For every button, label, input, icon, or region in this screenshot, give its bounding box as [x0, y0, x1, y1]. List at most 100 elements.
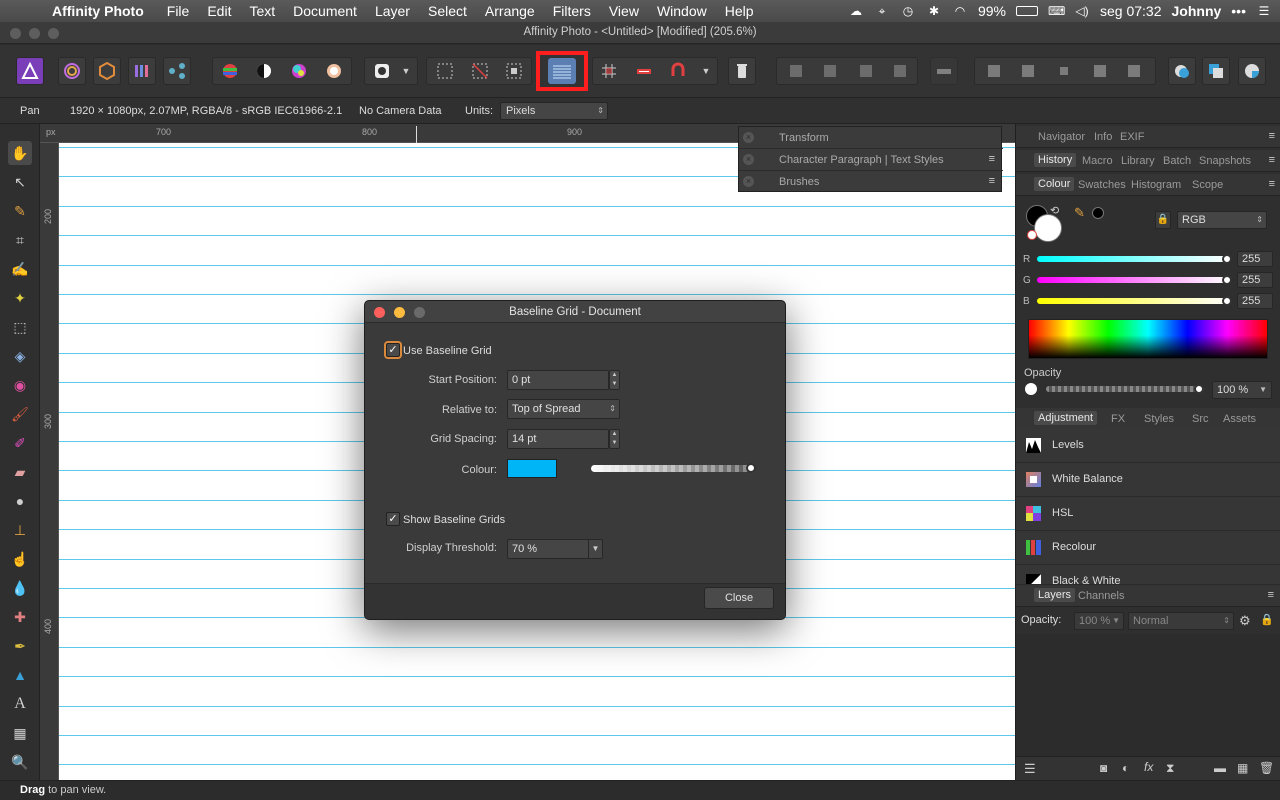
flood-select-tool-icon[interactable]: ✦	[8, 286, 32, 310]
tab-scope[interactable]: Scope	[1192, 179, 1223, 191]
dialog-close-button[interactable]	[374, 307, 385, 318]
adjustment-hsl[interactable]: HSL	[1016, 497, 1280, 531]
g-slider-knob[interactable]	[1222, 275, 1232, 285]
time-machine-icon[interactable]: ◷	[900, 4, 916, 18]
levels-quick-icon[interactable]	[216, 57, 244, 85]
baseline-grid-button[interactable]	[536, 51, 588, 91]
menu-window[interactable]: Window	[648, 0, 716, 22]
mask-dropdown-icon[interactable]: ▼	[398, 57, 414, 85]
panel-menu-icon[interactable]: ≡	[1269, 130, 1275, 142]
tab-layers[interactable]: Layers	[1034, 588, 1076, 602]
white-balance-quick-icon[interactable]	[320, 57, 348, 85]
move-tool-icon[interactable]: ↖	[8, 170, 32, 194]
transform-panel-header[interactable]: × Transform	[739, 127, 1003, 149]
panel-menu-icon[interactable]: ≡	[1268, 589, 1274, 601]
menu-arrange[interactable]: Arrange	[476, 0, 544, 22]
intersect-icon[interactable]	[1050, 57, 1078, 85]
tab-histogram[interactable]: Histogram	[1131, 179, 1181, 191]
more-icon[interactable]: •••	[1231, 3, 1246, 19]
close-icon[interactable]: ×	[743, 154, 754, 165]
add-icon[interactable]	[980, 57, 1008, 85]
healing-tool-icon[interactable]: ✚	[8, 605, 32, 629]
display-threshold-field[interactable]: 70 % ▼	[507, 539, 603, 559]
menu-select[interactable]: Select	[419, 0, 476, 22]
g-value-field[interactable]: 255	[1237, 272, 1273, 288]
smudge-tool-icon[interactable]: ☝	[8, 547, 32, 571]
blend-mode-select[interactable]: Normal ⇕	[1128, 612, 1234, 630]
zoom-tool-icon[interactable]: 🔍	[8, 750, 32, 774]
opacity-slider[interactable]	[1046, 386, 1204, 392]
black-white-quick-icon[interactable]	[250, 57, 278, 85]
picked-colour-swatch[interactable]	[1092, 207, 1104, 219]
opacity-value-field[interactable]: 100 % ▼	[1212, 381, 1272, 399]
new-layer-icon[interactable]: ▦	[1237, 761, 1248, 775]
insert-inside-icon[interactable]	[1168, 57, 1196, 85]
gear-icon[interactable]: ⚙	[1239, 613, 1251, 629]
menu-filters[interactable]: Filters	[544, 0, 600, 22]
start-position-stepper[interactable]: ▲ ▼	[609, 370, 620, 390]
tab-history[interactable]: History	[1034, 153, 1077, 167]
insert-top-icon[interactable]	[1238, 57, 1266, 85]
assistant-icon[interactable]	[630, 57, 658, 85]
menu-edit[interactable]: Edit	[198, 0, 240, 22]
use-baseline-grid-checkbox[interactable]: ✓	[386, 343, 400, 357]
tab-channels[interactable]: Channels	[1078, 590, 1124, 602]
gradient-tool-icon[interactable]: ◉	[8, 373, 32, 397]
colour-picker-icon[interactable]: ✎	[1074, 205, 1085, 221]
invert-selection-icon[interactable]	[500, 57, 528, 85]
menu-layer[interactable]: Layer	[366, 0, 419, 22]
character-panel-header[interactable]: × Character Paragraph | Text Styles ≡	[739, 149, 1003, 171]
no-colour-icon[interactable]	[1027, 230, 1037, 240]
menu-help[interactable]: Help	[716, 0, 763, 22]
b-value-field[interactable]: 255	[1237, 293, 1273, 309]
live-filter-icon[interactable]: fx	[1144, 760, 1153, 774]
battery-icon[interactable]	[1016, 6, 1038, 16]
swap-colours-icon[interactable]: ⟲	[1050, 204, 1059, 217]
b-slider-knob[interactable]	[1222, 296, 1232, 306]
paint-brush-tool-icon[interactable]: 🖌	[8, 402, 32, 426]
colour-swatch[interactable]	[507, 459, 557, 478]
hsl-quick-icon[interactable]	[285, 57, 313, 85]
align-icon[interactable]	[930, 57, 958, 85]
snapping-dropdown-icon[interactable]: ▼	[698, 57, 714, 85]
selection-brush-tool-icon[interactable]: ✍	[8, 257, 32, 281]
g-slider[interactable]	[1037, 277, 1229, 283]
erase-brush-tool-icon[interactable]: ▰	[8, 460, 32, 484]
tab-macro[interactable]: Macro	[1082, 155, 1113, 167]
divide-icon[interactable]	[1120, 57, 1148, 85]
close-icon[interactable]: ×	[743, 176, 754, 187]
panel-menu-icon[interactable]: ≡	[1269, 178, 1275, 190]
flood-fill-tool-icon[interactable]: ◈	[8, 344, 32, 368]
notification-center-icon[interactable]: ☰	[1256, 4, 1272, 18]
layers-list[interactable]	[1016, 634, 1280, 756]
adjustment-white-balance[interactable]: White Balance	[1016, 463, 1280, 497]
move-back-icon[interactable]	[816, 57, 844, 85]
units-select[interactable]: Pixels ⇕	[500, 102, 608, 120]
creative-cloud-icon[interactable]: ☁	[848, 4, 864, 18]
chevron-down-icon[interactable]: ▼	[1259, 382, 1267, 398]
keyboard-icon[interactable]: ⌨	[1048, 4, 1065, 18]
develop-persona-icon[interactable]	[93, 57, 121, 85]
trash-icon[interactable]: 🗑	[1259, 761, 1274, 775]
panel-menu-icon[interactable]: ≡	[989, 153, 995, 165]
user-name[interactable]: Johnny	[1172, 3, 1222, 19]
location-icon[interactable]: ⌖	[874, 4, 890, 18]
mesh-warp-tool-icon[interactable]: ▦	[8, 721, 32, 745]
color-picker-tool-icon[interactable]: ✎	[8, 199, 32, 223]
character-panel-tabs[interactable]: Character Paragraph | Text Styles	[779, 154, 944, 166]
colour-opacity-slider[interactable]	[591, 465, 753, 472]
menu-document[interactable]: Document	[284, 0, 366, 22]
clone-tool-icon[interactable]: ⊥	[8, 518, 32, 542]
panel-menu-icon[interactable]: ≡	[1269, 154, 1275, 166]
shape-tool-icon[interactable]: ▲	[8, 663, 32, 687]
b-slider[interactable]	[1037, 298, 1229, 304]
insert-behind-icon[interactable]	[1202, 57, 1230, 85]
r-slider-knob[interactable]	[1222, 254, 1232, 264]
move-forward-icon[interactable]	[852, 57, 880, 85]
adjustment-layer-icon[interactable]: ◐	[1122, 761, 1129, 775]
panel-menu-icon[interactable]: ≡	[989, 175, 995, 187]
app-menu[interactable]: Affinity Photo	[38, 3, 158, 19]
tab-library[interactable]: Library	[1121, 155, 1155, 167]
text-tool-icon[interactable]: A	[8, 692, 32, 716]
group-folder-icon[interactable]: ▬	[1214, 761, 1226, 775]
